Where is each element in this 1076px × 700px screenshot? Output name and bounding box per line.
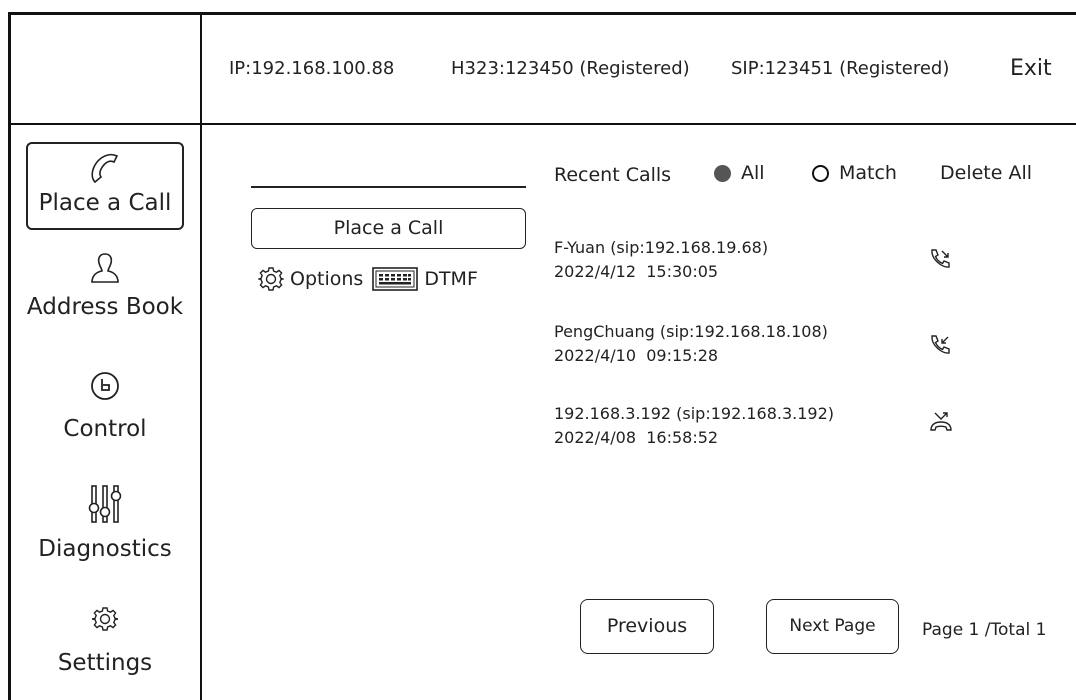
sidebar-item-address-book[interactable]: Address Book <box>26 250 184 340</box>
dial-input[interactable] <box>251 186 526 188</box>
window-frame <box>8 12 1076 700</box>
filter-all-label: All <box>741 162 765 184</box>
call-list-item[interactable]: F-Yuan (sip:192.168.19.68) 2022/4/12 15:… <box>554 236 768 284</box>
call-name: 192.168.3.192 (sip:192.168.3.192) <box>554 404 835 423</box>
sidebar-item-label: Diagnostics <box>38 536 172 562</box>
options-button[interactable]: Options <box>258 266 363 292</box>
clock-icon <box>91 372 119 400</box>
incoming-call-icon <box>931 335 950 354</box>
previous-button[interactable]: Previous <box>580 599 714 654</box>
delete-all-button[interactable]: Delete All <box>940 162 1032 184</box>
sidebar-divider <box>200 12 202 700</box>
sidebar-item-label: Address Book <box>26 294 184 320</box>
phone-icon <box>91 153 119 184</box>
missed-call-icon <box>930 412 952 431</box>
call-time: 2022/4/08 16:58:52 <box>554 428 719 447</box>
h323-status: H323:123450 (Registered) <box>451 58 690 79</box>
sidebar-item-control[interactable]: Control <box>26 370 184 450</box>
outgoing-call-icon <box>931 249 950 268</box>
sidebar-item-place-a-call[interactable]: Place a Call <box>26 142 184 230</box>
call-name: F-Yuan (sip:192.168.19.68) <box>554 238 769 257</box>
filter-match-radio[interactable]: Match <box>812 162 897 184</box>
call-list-item[interactable]: PengChuang (sip:192.168.18.108) 2022/4/1… <box>554 320 828 368</box>
sliders-icon <box>88 485 122 523</box>
filter-match-label: Match <box>839 162 897 184</box>
keyboard-icon <box>372 267 419 291</box>
sip-status: SIP:123451 (Registered) <box>731 58 950 79</box>
radio-unselected-icon <box>812 164 829 182</box>
call-time: 2022/4/10 09:15:28 <box>554 346 719 365</box>
call-time: 2022/4/12 15:30:05 <box>554 262 719 281</box>
sidebar-item-settings[interactable]: Settings <box>26 606 184 686</box>
dtmf-button[interactable]: DTMF <box>372 267 478 291</box>
page-indicator: Page 1 /Total 1 <box>922 620 1047 640</box>
recent-calls-title: Recent Calls <box>554 164 672 186</box>
radio-selected-icon <box>714 164 731 182</box>
next-page-button[interactable]: Next Page <box>766 599 899 654</box>
gear-icon <box>258 267 284 291</box>
dial-options-row: Options DTMF <box>258 266 478 292</box>
gear-icon <box>92 607 118 631</box>
sidebar-item-label: Control <box>63 416 147 442</box>
person-icon <box>91 253 119 283</box>
header-divider <box>8 123 1076 125</box>
sidebar-item-diagnostics[interactable]: Diagnostics <box>26 484 184 570</box>
options-label: Options <box>290 268 364 290</box>
filter-all-radio[interactable]: All <box>714 162 765 184</box>
dtmf-label: DTMF <box>424 268 478 290</box>
place-call-button[interactable]: Place a Call <box>251 208 526 249</box>
sidebar-item-label: Place a Call <box>38 190 172 216</box>
sidebar-item-label: Settings <box>57 650 153 676</box>
call-list-item[interactable]: 192.168.3.192 (sip:192.168.3.192) 2022/4… <box>554 402 834 450</box>
call-name: PengChuang (sip:192.168.18.108) <box>554 322 828 341</box>
ip-address: IP:192.168.100.88 <box>229 58 395 79</box>
exit-button[interactable]: Exit <box>1010 56 1052 81</box>
